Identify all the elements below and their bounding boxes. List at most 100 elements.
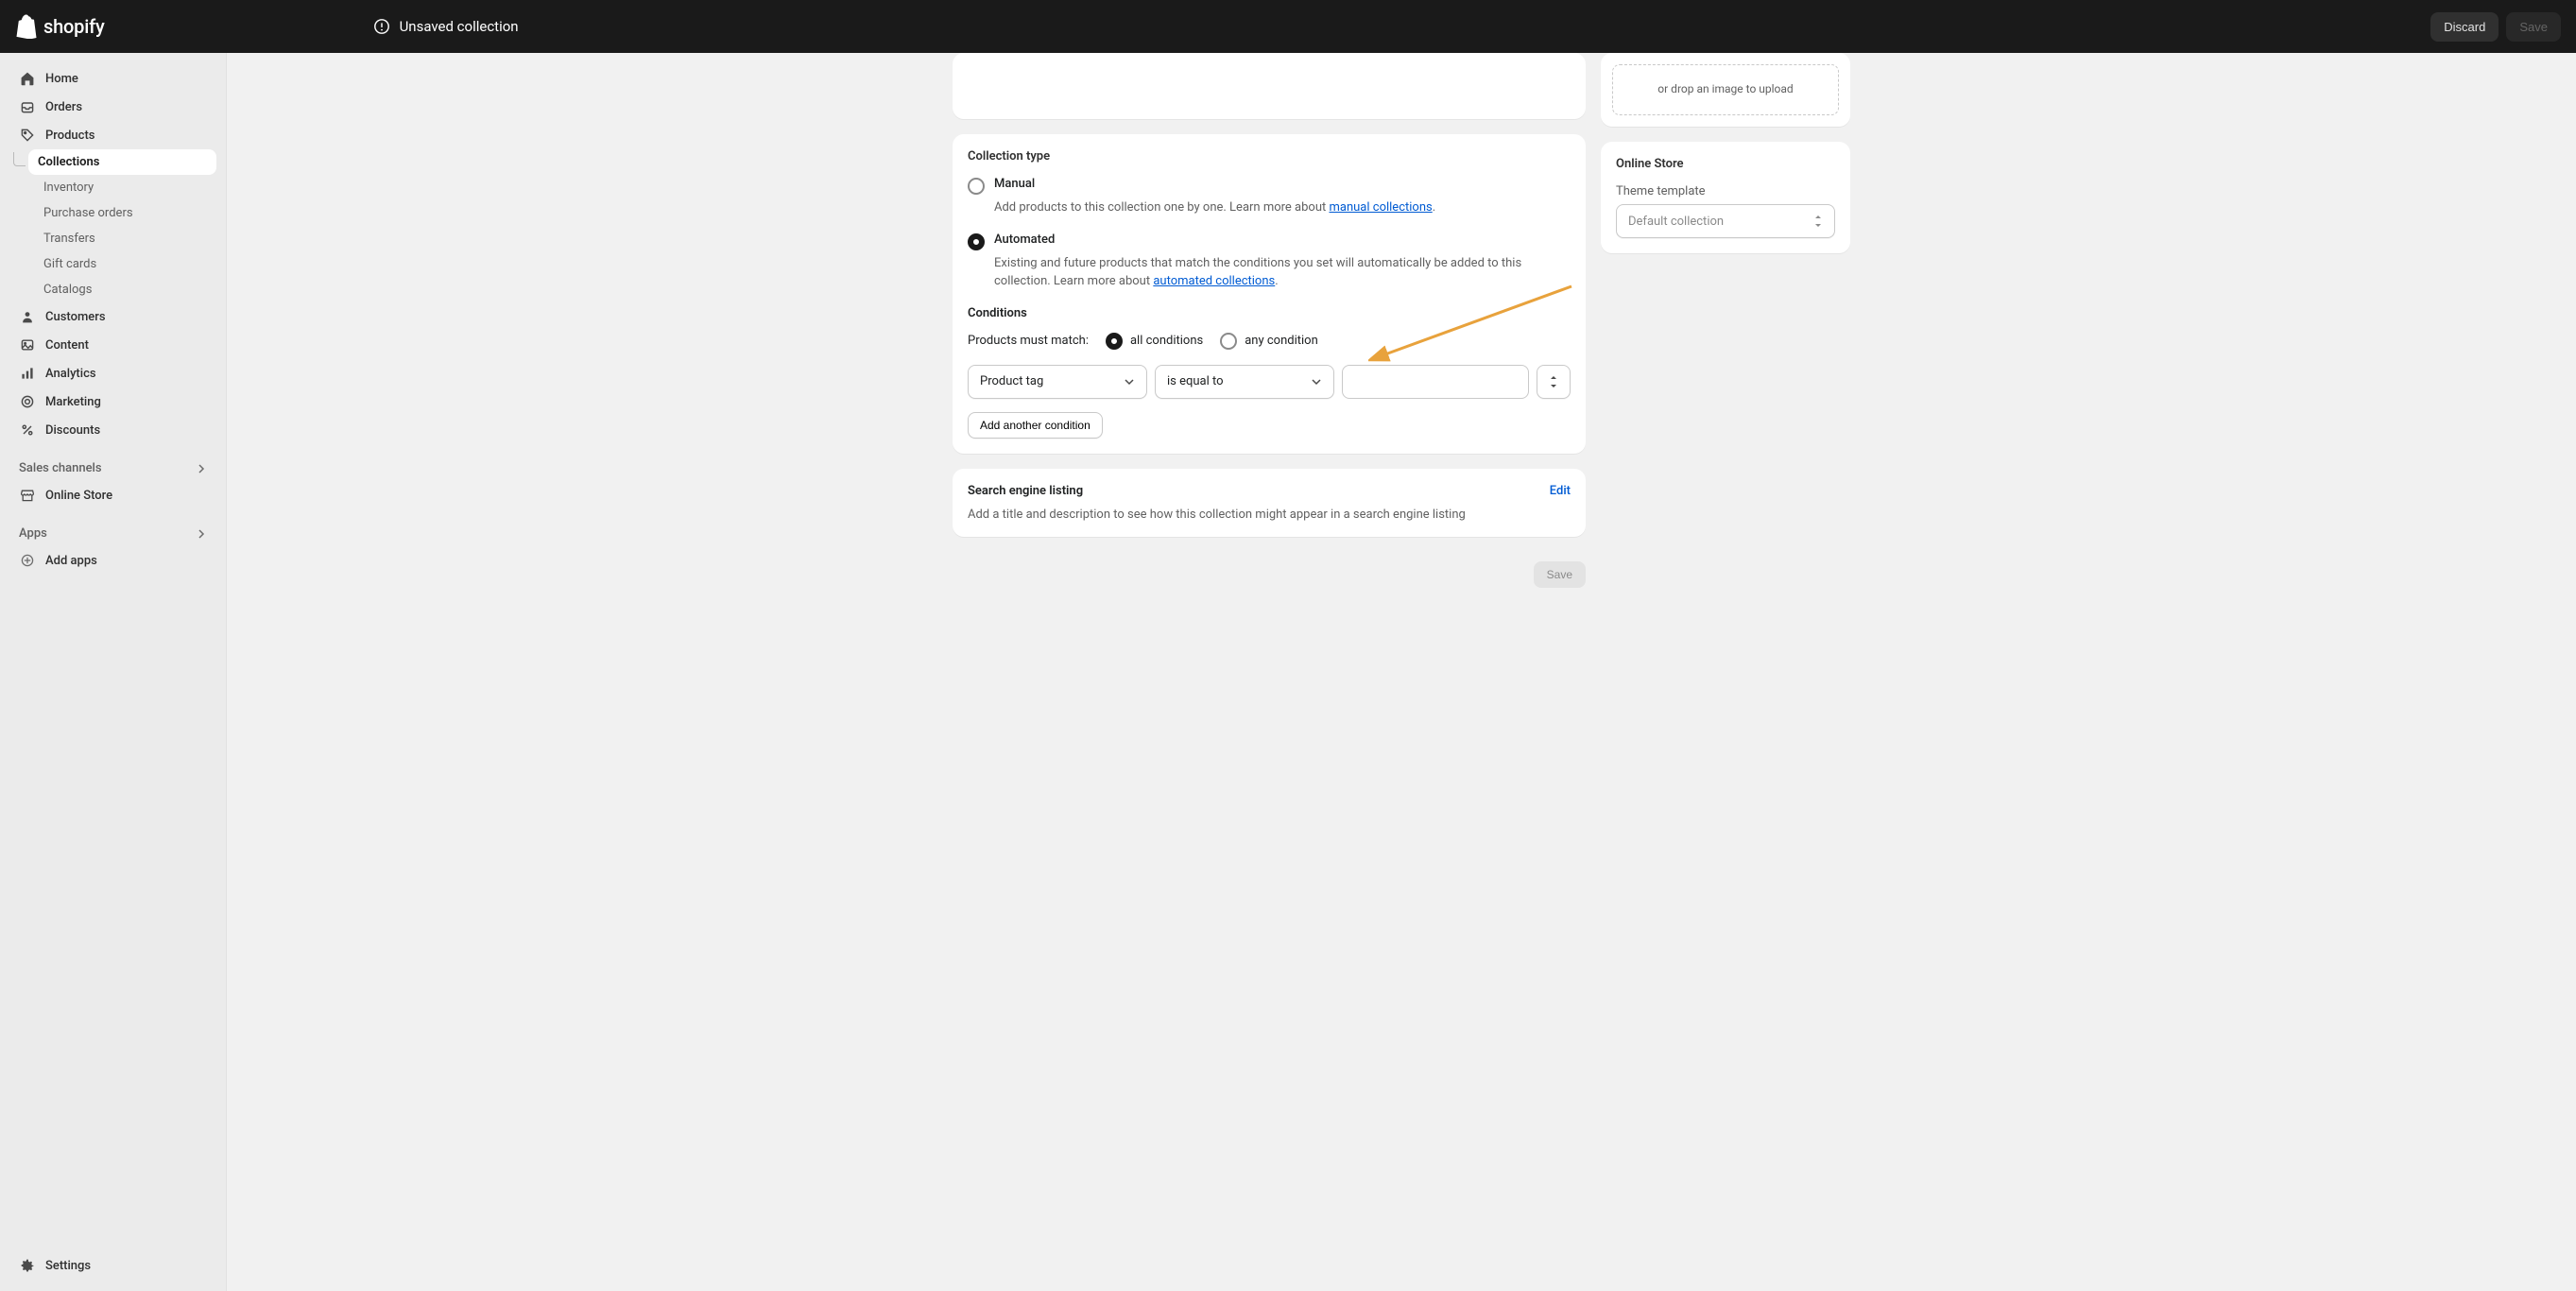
online-store-card: Online Store Theme template Default coll…	[1601, 142, 1850, 253]
condition-value-input[interactable]	[1342, 365, 1529, 399]
chevron-right-icon	[196, 463, 207, 474]
nav-marketing[interactable]: Marketing	[9, 387, 216, 416]
nav-analytics[interactable]: Analytics	[9, 359, 216, 387]
nav-label: Collections	[38, 155, 99, 169]
nav-home[interactable]: Home	[9, 64, 216, 93]
sort-icon	[1548, 375, 1559, 388]
drop-hint: or drop an image to upload	[1657, 82, 1793, 95]
nav-label: Inventory	[43, 181, 94, 195]
store-icon	[19, 487, 36, 504]
select-value: is equal to	[1167, 374, 1224, 388]
chevron-down-icon	[1311, 376, 1322, 387]
plus-circle-icon	[19, 552, 36, 569]
match-prefix: Products must match:	[968, 334, 1089, 348]
save-button-bottom: Save	[1534, 561, 1586, 588]
nav-label: Analytics	[45, 367, 96, 381]
shopify-logo[interactable]: shopify	[15, 14, 105, 39]
nav-inventory[interactable]: Inventory	[9, 175, 216, 200]
nav-label: Purchase orders	[43, 206, 133, 220]
condition-reorder-button[interactable]	[1537, 365, 1571, 399]
condition-field-select[interactable]: Product tag	[968, 365, 1147, 399]
person-icon	[19, 308, 36, 325]
nav-label: Home	[45, 72, 78, 86]
nav-add-apps[interactable]: Add apps	[9, 546, 216, 575]
chevron-right-icon	[196, 528, 207, 540]
image-dropzone[interactable]: or drop an image to upload	[1612, 64, 1839, 115]
nav-purchase-orders[interactable]: Purchase orders	[9, 200, 216, 226]
collection-type-card: Collection type Manual Add products to t…	[953, 134, 1586, 454]
automated-description: Existing and future products that match …	[994, 254, 1571, 291]
conditions-title: Conditions	[968, 306, 1571, 320]
nav-orders[interactable]: Orders	[9, 93, 216, 121]
seo-title: Search engine listing	[968, 484, 1083, 498]
radio-all-conditions[interactable]	[1106, 333, 1123, 350]
radio-label: Manual	[994, 177, 1035, 191]
nav-catalogs[interactable]: Catalogs	[9, 277, 216, 302]
alert-circle-icon	[373, 18, 390, 35]
condition-row: Product tag is equal to	[968, 365, 1571, 399]
discard-button[interactable]: Discard	[2430, 12, 2499, 42]
description-card-fragment	[953, 53, 1586, 119]
image-upload-card: or drop an image to upload	[1601, 53, 1850, 127]
unsaved-banner: Unsaved collection	[373, 18, 519, 35]
radio-any-condition[interactable]	[1220, 333, 1237, 350]
brand-text: shopify	[43, 15, 105, 38]
nav-online-store[interactable]: Online Store	[9, 481, 216, 509]
inbox-icon	[19, 98, 36, 115]
select-caret-icon	[1813, 215, 1823, 228]
nav-customers[interactable]: Customers	[9, 302, 216, 331]
nav-label: Settings	[45, 1259, 91, 1273]
nav-label: Marketing	[45, 395, 101, 409]
save-button-top: Save	[2506, 12, 2561, 42]
template-label: Theme template	[1616, 184, 1835, 198]
gear-icon	[19, 1257, 36, 1274]
manual-collections-link[interactable]: manual collections	[1329, 200, 1432, 215]
select-value: Product tag	[980, 374, 1043, 388]
nav-gift-cards[interactable]: Gift cards	[9, 251, 216, 277]
radio-label: any condition	[1245, 334, 1318, 348]
apps-header[interactable]: Apps	[9, 521, 216, 546]
seo-description: Add a title and description to see how t…	[968, 508, 1571, 522]
sales-channels-header[interactable]: Sales channels	[9, 456, 216, 481]
nav-discounts[interactable]: Discounts	[9, 416, 216, 444]
nav-label: Gift cards	[43, 257, 96, 271]
nav-label: Content	[45, 338, 89, 353]
shopify-bag-icon	[15, 14, 38, 39]
nav-label: Customers	[45, 310, 106, 324]
radio-label: Automated	[994, 232, 1055, 247]
radio-automated[interactable]	[968, 233, 985, 250]
chart-icon	[19, 365, 36, 382]
nav-label: Transfers	[43, 232, 95, 246]
nav-label: Online Store	[45, 489, 112, 503]
nav-transfers[interactable]: Transfers	[9, 226, 216, 251]
seo-card: Search engine listing Edit Add a title a…	[953, 469, 1586, 537]
theme-template-select[interactable]: Default collection	[1616, 204, 1835, 238]
nav-settings[interactable]: Settings	[9, 1251, 216, 1280]
condition-operator-select[interactable]: is equal to	[1155, 365, 1334, 399]
sidebar: Home Orders Products Collections Invento…	[0, 53, 227, 1291]
unsaved-text: Unsaved collection	[400, 18, 519, 35]
section-label: Sales channels	[19, 461, 102, 475]
add-condition-button[interactable]: Add another condition	[968, 412, 1103, 439]
seo-edit-link[interactable]: Edit	[1550, 484, 1571, 498]
card-title: Online Store	[1616, 157, 1835, 171]
nav-products[interactable]: Products	[9, 121, 216, 149]
automated-collections-link[interactable]: automated collections	[1153, 274, 1275, 288]
radio-label: all conditions	[1130, 334, 1203, 348]
section-label: Apps	[19, 526, 47, 541]
tag-icon	[19, 127, 36, 144]
nav-label: Products	[45, 129, 94, 143]
radio-manual[interactable]	[968, 178, 985, 195]
nav-label: Catalogs	[43, 283, 92, 297]
manual-description: Add products to this collection one by o…	[994, 198, 1571, 217]
conditions-match-row: Products must match: all conditions any …	[968, 332, 1571, 350]
main-content: Collection type Manual Add products to t…	[227, 53, 2576, 1291]
nav-label: Orders	[45, 100, 82, 114]
top-bar: shopify Unsaved collection Discard Save	[0, 0, 2576, 53]
nav-collections[interactable]: Collections	[28, 149, 216, 175]
home-icon	[19, 70, 36, 87]
nav-content[interactable]: Content	[9, 331, 216, 359]
image-icon	[19, 336, 36, 353]
target-icon	[19, 393, 36, 410]
select-value: Default collection	[1628, 215, 1724, 229]
